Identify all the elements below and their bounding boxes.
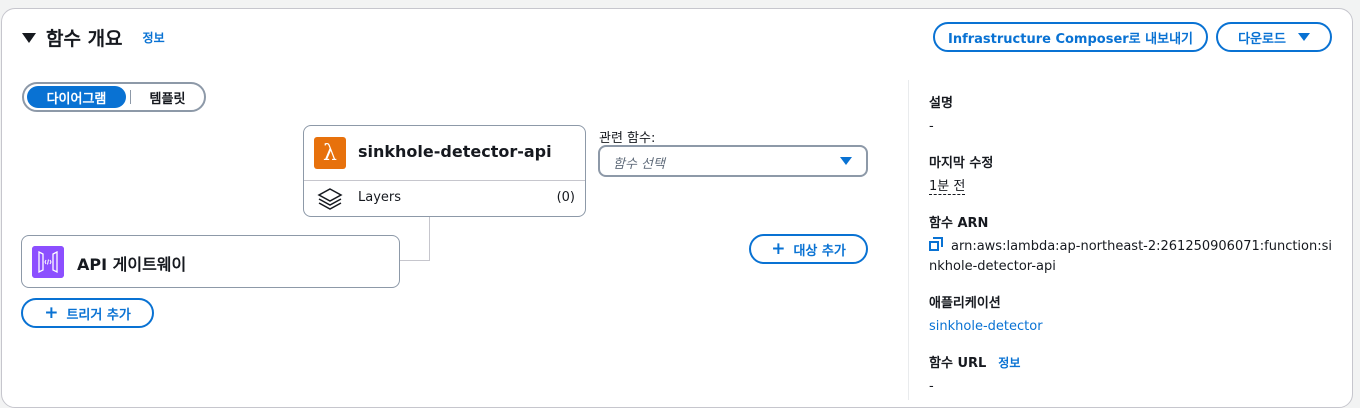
function-url-value: - — [929, 379, 934, 394]
add-destination-label: 대상 추가 — [793, 243, 846, 259]
diagram-toggle[interactable]: 다이어그램 — [27, 86, 126, 108]
copy-icon[interactable] — [929, 237, 943, 252]
description-value: - — [929, 119, 934, 134]
layers-count: (0) — [556, 190, 575, 205]
connector-line-horizontal — [400, 260, 430, 261]
section-header: 함수 개요 정보 — [22, 24, 165, 51]
function-arn-block: 함수 ARN arn:aws:lambda:ap-northeast-2:261… — [929, 212, 1339, 277]
info-link[interactable]: 정보 — [143, 29, 165, 46]
function-card[interactable]: λ sinkhole-detector-api Layers (0) — [303, 125, 586, 217]
template-toggle[interactable]: 템플릿 — [131, 88, 204, 107]
details-divider — [908, 80, 909, 400]
application-link[interactable]: sinkhole-detector — [929, 319, 1043, 334]
related-functions-label: 관련 함수: — [599, 131, 656, 146]
function-arn-value-line2: nkhole-detector-api — [929, 259, 1056, 274]
function-name: sinkhole-detector-api — [358, 142, 552, 161]
function-url-block: 함수 URL 정보 - — [929, 352, 1339, 397]
plus-icon: + — [771, 239, 786, 259]
description-label: 설명 — [929, 96, 953, 111]
application-block: 애플리케이션 sinkhole-detector — [929, 292, 1339, 337]
layers-label[interactable]: Layers — [358, 190, 401, 205]
add-trigger-button[interactable]: + 트리거 추가 — [21, 298, 154, 328]
download-label: 다운로드 — [1238, 31, 1286, 47]
trigger-card[interactable]: API 게이트웨이 — [21, 235, 400, 288]
download-button[interactable]: 다운로드 — [1216, 22, 1332, 52]
plus-icon: + — [44, 303, 59, 323]
select-placeholder: 함수 선택 — [613, 157, 665, 172]
export-composer-button[interactable]: Infrastructure Composer로 내보내기 — [933, 22, 1208, 52]
connector-line — [429, 217, 430, 260]
section-title: 함수 개요 — [46, 28, 123, 50]
function-arn-label: 함수 ARN — [929, 216, 989, 231]
collapse-caret-icon[interactable] — [22, 32, 36, 43]
function-url-info-link[interactable]: 정보 — [998, 356, 1020, 370]
application-label: 애플리케이션 — [929, 296, 1001, 311]
view-toggle: 다이어그램 템플릿 — [22, 82, 206, 112]
last-modified-value[interactable]: 1분 전 — [929, 179, 966, 195]
api-gateway-icon — [32, 246, 64, 278]
last-modified-block: 마지막 수정 1분 전 — [929, 152, 1339, 197]
function-url-label: 함수 URL — [929, 356, 987, 371]
add-trigger-label: 트리거 추가 — [66, 307, 131, 323]
trigger-name: API 게이트웨이 — [77, 255, 187, 274]
dropdown-caret-icon — [1297, 33, 1310, 41]
related-functions-select[interactable]: 함수 선택 — [598, 145, 868, 177]
description-block: 설명 - — [929, 92, 1339, 137]
dropdown-caret-icon — [840, 157, 852, 165]
add-destination-button[interactable]: + 대상 추가 — [749, 234, 868, 264]
lambda-icon: λ — [314, 137, 346, 169]
function-overview-panel — [1, 8, 1353, 408]
card-divider — [304, 180, 585, 181]
layers-icon — [317, 188, 343, 210]
last-modified-label: 마지막 수정 — [929, 156, 994, 171]
function-arn-value-line1: arn:aws:lambda:ap-northeast-2:2612509060… — [951, 239, 1333, 254]
